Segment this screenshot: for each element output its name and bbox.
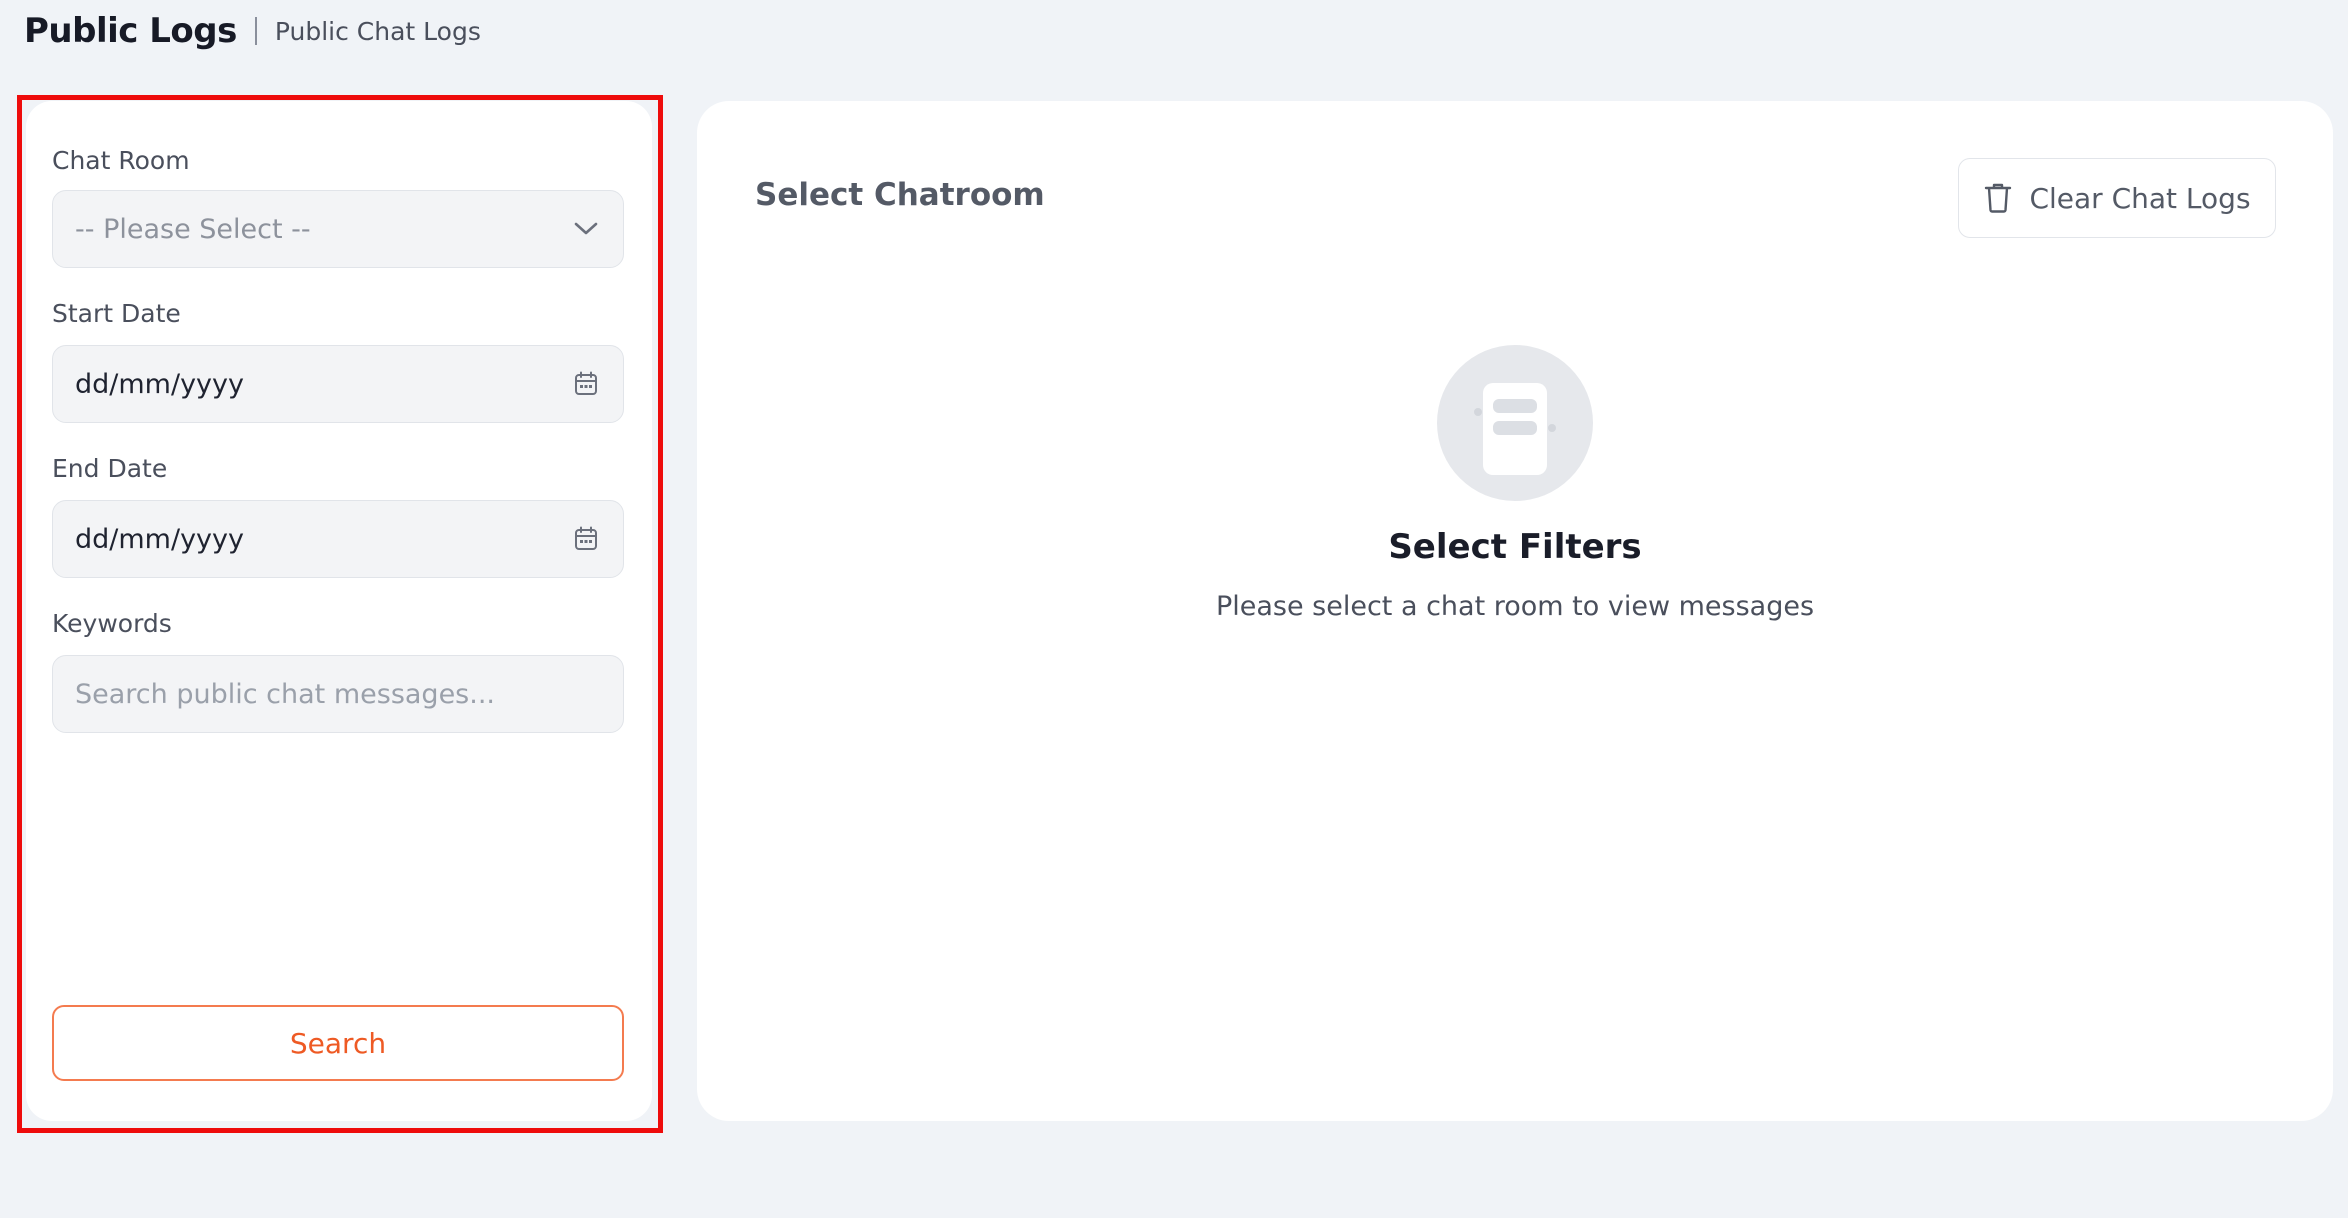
chat-log-panel: Select Chatroom Clear Chat Logs Select F… — [697, 101, 2333, 1121]
chat-messages-icon — [1437, 345, 1593, 501]
keywords-input[interactable] — [52, 655, 624, 733]
end-date-value: dd/mm/yyyy — [75, 523, 244, 555]
search-button[interactable]: Search — [52, 1005, 624, 1081]
end-date-label: End Date — [52, 454, 168, 483]
chat-room-select[interactable]: -- Please Select -- — [52, 190, 624, 268]
calendar-icon[interactable] — [571, 524, 601, 554]
empty-state-description: Please select a chat room to view messag… — [1215, 591, 1815, 622]
calendar-icon[interactable] — [571, 369, 601, 399]
clear-chat-logs-button[interactable]: Clear Chat Logs — [1958, 158, 2276, 238]
end-date-input[interactable]: dd/mm/yyyy — [52, 500, 624, 578]
start-date-label: Start Date — [52, 299, 181, 328]
page-title: Public Logs — [24, 11, 237, 51]
chevron-down-icon — [571, 214, 601, 244]
page-header: Public Logs Public Chat Logs — [24, 6, 481, 56]
start-date-input[interactable]: dd/mm/yyyy — [52, 345, 624, 423]
panel-title: Select Chatroom — [755, 177, 1045, 213]
start-date-value: dd/mm/yyyy — [75, 368, 244, 400]
chat-room-label: Chat Room — [52, 146, 190, 175]
clear-chat-logs-label: Clear Chat Logs — [2029, 181, 2251, 215]
breadcrumb: Public Chat Logs — [274, 16, 481, 46]
empty-state: Select Filters Please select a chat room… — [697, 345, 2333, 622]
filter-panel: Chat Room -- Please Select -- Start Date… — [26, 101, 652, 1121]
empty-state-title: Select Filters — [1388, 527, 1642, 567]
chat-room-selected-value: -- Please Select -- — [75, 213, 311, 245]
keywords-label: Keywords — [52, 609, 172, 638]
trash-icon — [1983, 183, 2013, 213]
header-divider — [254, 17, 257, 45]
